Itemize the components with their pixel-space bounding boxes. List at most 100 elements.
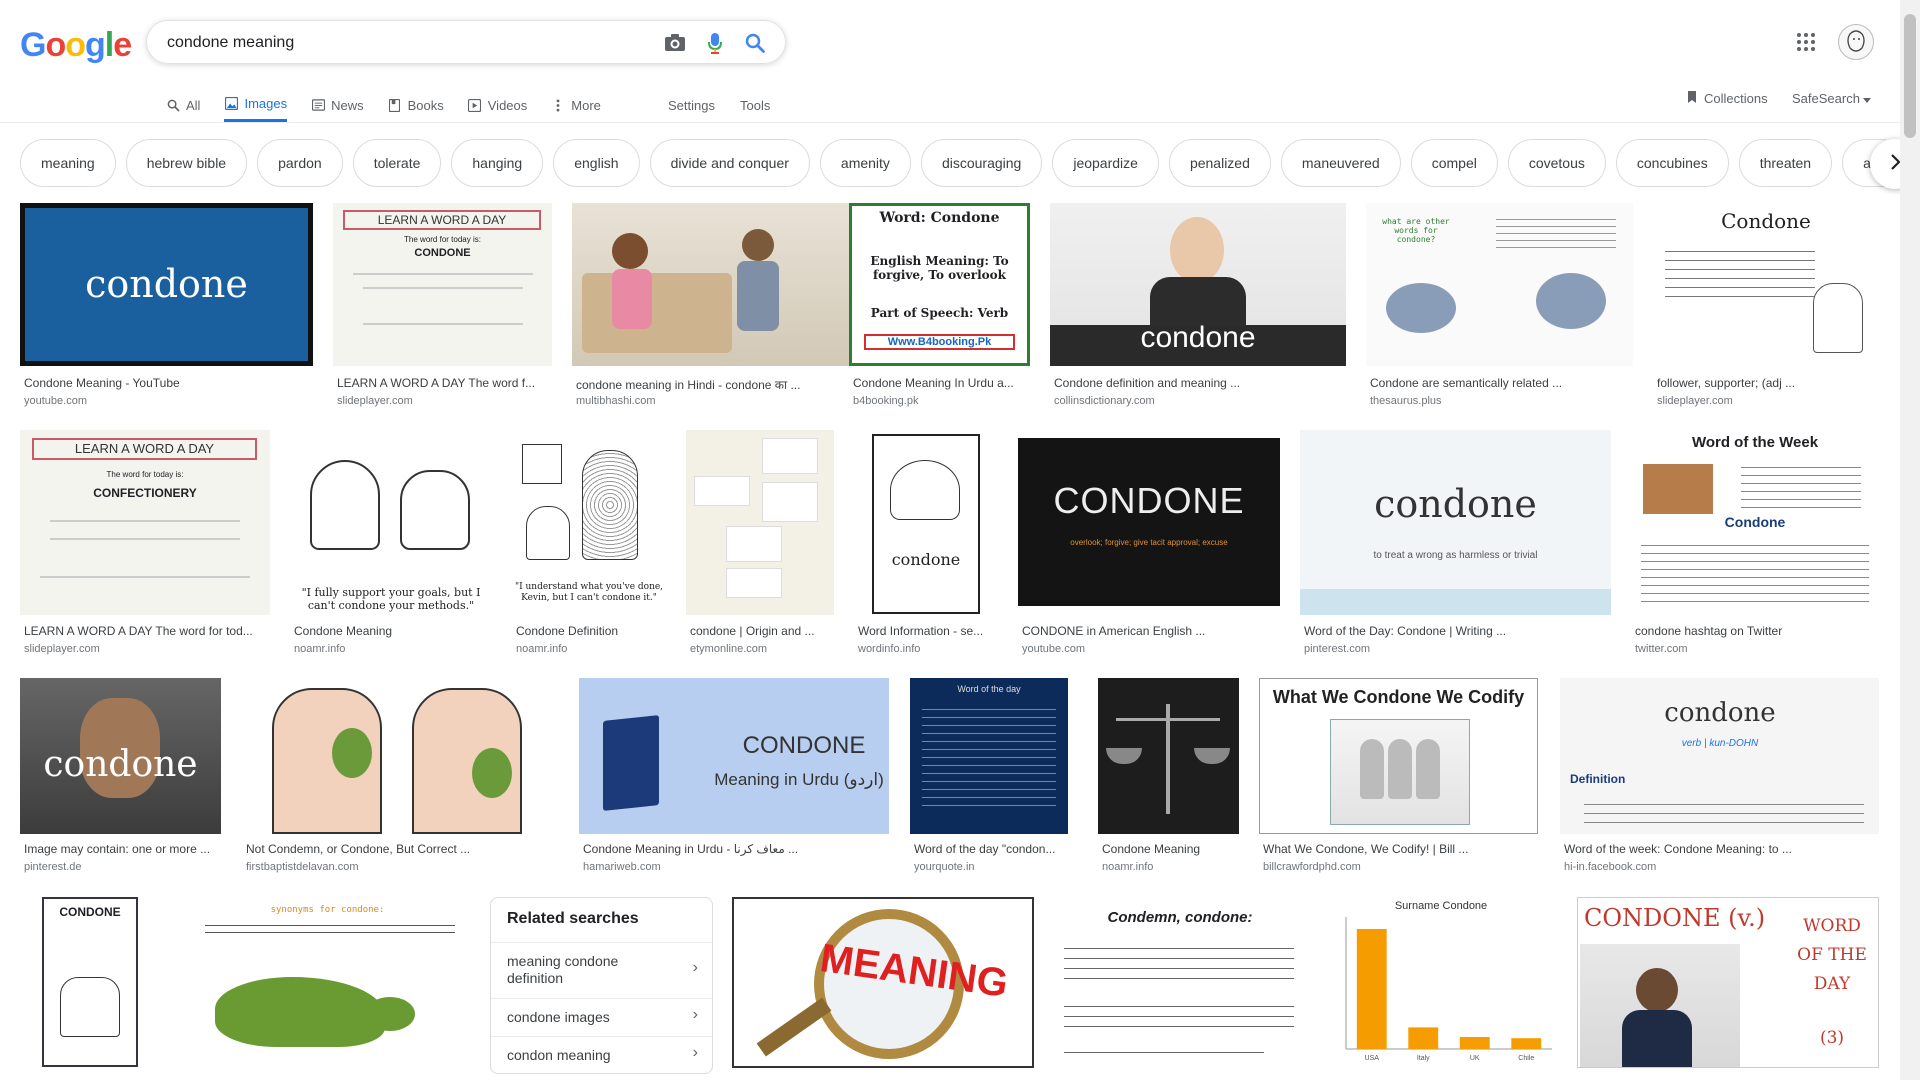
result-caption[interactable]: Word of the day "condon... [914,842,1068,856]
result-thumbnail[interactable] [1098,678,1239,834]
result-thumbnail[interactable]: Condemn, condone: [1054,897,1306,1068]
result-source[interactable]: noamr.info [294,643,345,655]
result-source[interactable]: b4booking.pk [853,395,918,407]
result-thumbnail[interactable]: "I understand what you've done, Kevin, b… [512,430,666,615]
chip[interactable]: hanging [451,139,544,187]
result-caption[interactable]: Condone are semantically related ... [1370,376,1633,390]
search-input[interactable] [167,31,647,55]
tab-news[interactable]: News [311,88,364,122]
result-source[interactable]: youtube.com [1022,643,1085,655]
result-source[interactable]: slideplayer.com [1657,395,1733,407]
result-thumbnail[interactable]: CONDONE Meaning in Urdu (اردو) [579,678,889,834]
result-thumbnail[interactable]: Condone [1653,203,1879,366]
result-caption[interactable]: follower, supporter; (adj ... [1657,376,1879,390]
avatar[interactable] [1838,24,1874,60]
result-thumbnail[interactable] [572,203,863,366]
result-caption[interactable]: LEARN A WORD A DAY The word f... [337,376,552,390]
settings-link[interactable]: Settings [668,88,715,122]
chip[interactable]: english [553,139,640,187]
result-thumbnail[interactable]: CONDONE [20,897,166,1068]
result-source[interactable]: multibhashi.com [576,395,655,407]
result-thumbnail[interactable]: What We Condone We Codify [1259,678,1538,834]
result-source[interactable]: noamr.info [516,643,567,655]
result-thumbnail[interactable]: condone [20,678,221,834]
collections-link[interactable]: Collections [1686,88,1768,108]
result-thumbnail[interactable]: Word: Condone English Meaning: To forgiv… [849,203,1030,366]
chip[interactable]: divide and conquer [649,139,810,187]
chip[interactable]: concubines [1615,139,1729,187]
result-caption[interactable]: Condone definition and meaning ... [1054,376,1346,390]
result-caption[interactable]: Word of the week: Condone Meaning: to ..… [1564,842,1879,856]
tab-videos[interactable]: Videos [468,88,527,122]
result-thumbnail[interactable]: what are other words for condone? [1366,203,1633,366]
result-source[interactable]: slideplayer.com [337,395,413,407]
result-thumbnail[interactable]: "I fully support your goals, but I can't… [290,430,492,615]
result-source[interactable]: twitter.com [1635,643,1688,655]
result-caption[interactable]: Condone Meaning - YouTube [24,376,313,390]
result-thumbnail[interactable]: condone [20,203,313,366]
result-caption[interactable]: Image may contain: one or more ... [24,842,221,856]
result-source[interactable]: hi-in.facebook.com [1564,861,1656,873]
result-source[interactable]: yourquote.in [914,861,975,873]
result-thumbnail[interactable]: CONDONE (v.) WORD OF THE DAY (3) [1577,897,1879,1068]
result-caption[interactable]: Word Information - se... [858,624,998,638]
result-thumbnail[interactable]: synonyms for condone: [185,897,470,1068]
result-caption[interactable]: Word of the Day: Condone | Writing ... [1304,624,1611,638]
result-thumbnail[interactable]: condone verb | kun-DOHN Definition [1560,678,1879,834]
result-caption[interactable]: CONDONE in American English ... [1022,624,1280,638]
result-source[interactable]: collinsdictionary.com [1054,395,1155,407]
tools-link[interactable]: Tools [740,88,770,122]
camera-icon[interactable] [663,31,687,55]
result-caption[interactable]: condone | Origin and ... [690,624,834,638]
result-caption[interactable]: What We Condone, We Codify! | Bill ... [1263,842,1538,856]
related-search-item[interactable]: meaning condone definition › [491,942,712,998]
tab-more[interactable]: More [551,88,601,122]
result-source[interactable]: noamr.info [1102,861,1153,873]
chip[interactable]: amenity [819,139,911,187]
result-thumbnail[interactable]: MEANING [732,897,1034,1068]
result-thumbnail[interactable]: condone to treat a wrong as harmless or … [1300,430,1611,615]
result-thumbnail[interactable]: Word of the day [910,678,1068,834]
chip[interactable]: penalized [1168,139,1271,187]
result-caption[interactable]: Not Condemn, or Condone, But Correct ... [246,842,558,856]
result-source[interactable]: youtube.com [24,395,87,407]
result-caption[interactable]: Condone Meaning [1102,842,1239,856]
result-thumbnail[interactable] [242,678,558,834]
result-thumbnail[interactable]: condone [1050,203,1346,366]
microphone-icon[interactable] [703,31,727,55]
chip[interactable]: pardon [257,139,343,187]
result-thumbnail[interactable]: Surname Condone USA Italy UK Chile [1326,897,1557,1068]
result-source[interactable]: thesaurus.plus [1370,395,1442,407]
result-caption[interactable]: LEARN A WORD A DAY The word for tod... [24,624,270,638]
related-search-item[interactable]: condone images › [491,998,712,1036]
result-caption[interactable]: condone hashtag on Twitter [1635,624,1879,638]
result-source[interactable]: pinterest.com [1304,643,1370,655]
result-source[interactable]: wordinfo.info [858,643,920,655]
result-caption[interactable]: Condone Meaning in Urdu - معاف کرنا ... [583,842,889,856]
result-caption[interactable]: condone meaning in Hindi - condone का ..… [576,376,863,393]
result-thumbnail[interactable] [686,430,834,615]
chip[interactable]: discouraging [920,139,1043,187]
related-search-item[interactable]: condon meaning › [491,1036,712,1074]
chip[interactable]: threaten [1738,139,1833,187]
google-logo[interactable]: Google [20,26,132,65]
chip[interactable]: hebrew bible [125,139,248,187]
page-scrollbar[interactable] [1900,0,1920,1080]
result-caption[interactable]: Condone Meaning In Urdu a... [853,376,1030,390]
search-icon[interactable] [743,31,767,55]
result-thumbnail[interactable]: LEARN A WORD A DAY The word for today is… [20,430,270,615]
result-caption[interactable]: Condone Meaning [294,624,492,638]
chip[interactable]: tolerate [352,139,442,187]
result-source[interactable]: pinterest.de [24,861,81,873]
chip[interactable]: meaning [20,139,116,187]
result-thumbnail[interactable]: LEARN A WORD A DAY The word for today is… [333,203,552,366]
result-thumbnail[interactable]: condone [854,430,998,615]
chip[interactable]: covetous [1507,139,1606,187]
tab-images[interactable]: Images [224,88,288,122]
result-thumbnail[interactable]: Word of the Week Condone [1631,430,1879,615]
safesearch-dropdown[interactable]: SafeSearch [1792,88,1871,108]
chip[interactable]: compel [1410,139,1498,187]
result-source[interactable]: billcrawfordphd.com [1263,861,1361,873]
tab-books[interactable]: Books [388,88,444,122]
result-source[interactable]: etymonline.com [690,643,767,655]
